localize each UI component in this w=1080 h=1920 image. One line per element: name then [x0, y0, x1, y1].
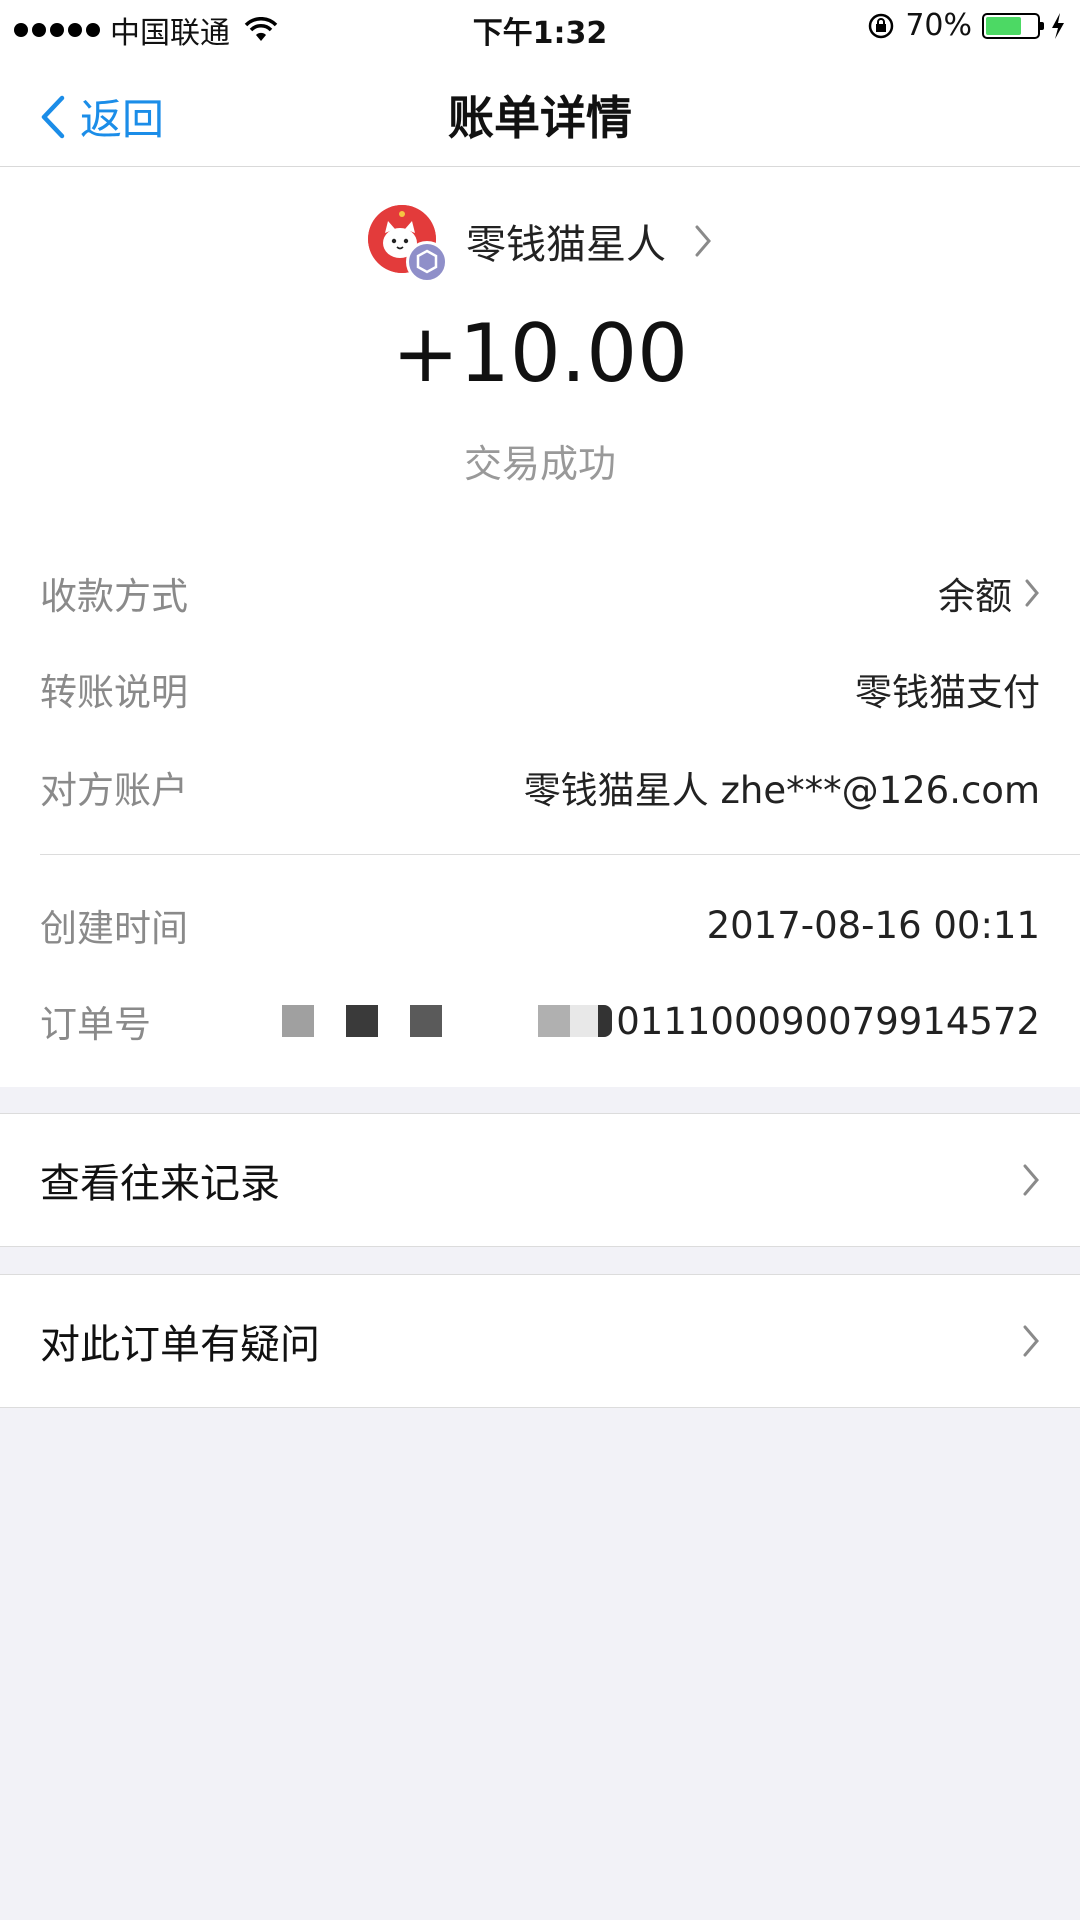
order-number-row: 订单号 011100090079914572 [40, 991, 1040, 1051]
rotation-lock-icon [869, 13, 894, 38]
transaction-status: 交易成功 [463, 442, 616, 486]
transfer-note-label: 转账说明 [40, 671, 188, 714]
order-question-button[interactable]: 对此订单有疑问 [0, 1274, 1080, 1408]
order-number-label: 订单号 [40, 1003, 151, 1046]
payment-method-label: 收款方式 [40, 575, 188, 618]
counterparty-row: 对方账户 零钱猫星人 zhe***@126.com [40, 757, 1040, 817]
transaction-amount: +10.00 [391, 307, 689, 400]
battery-icon [982, 12, 1044, 39]
merchant-name: 零钱猫星人 [466, 222, 666, 268]
battery-level-fill [986, 16, 1021, 35]
verified-badge-icon [406, 241, 448, 283]
battery-percentage: 70% [905, 8, 972, 43]
view-history-label: 查看往来记录 [40, 1161, 280, 1207]
view-history-button[interactable]: 查看往来记录 [0, 1113, 1080, 1247]
navigation-bar: 返回 账单详情 [0, 54, 1080, 167]
payment-method-value: 余额 [938, 575, 1012, 618]
created-time-row: 创建时间 2017-08-16 00:11 [40, 895, 1040, 955]
redacted-block [282, 1005, 613, 1037]
merchant-avatar [368, 205, 448, 283]
counterparty-value: 零钱猫星人 zhe***@126.com [523, 769, 1040, 812]
transfer-note-value: 零钱猫支付 [855, 671, 1040, 714]
page-title: 账单详情 [448, 91, 632, 145]
transfer-note-row: 转账说明 零钱猫支付 [40, 659, 1040, 719]
order-question-label: 对此订单有疑问 [40, 1322, 320, 1368]
created-time-value: 2017-08-16 00:11 [706, 903, 1040, 947]
transaction-detail-card: 零钱猫星人 +10.00 交易成功 收款方式 余额 转账说明 零钱猫支付 对方账… [0, 167, 1080, 1087]
chevron-right-icon [695, 225, 711, 257]
charging-icon [1052, 12, 1064, 39]
order-number-value: 011100090079914572 [616, 999, 1040, 1043]
created-time-label: 创建时间 [40, 907, 188, 950]
chevron-right-icon [1025, 579, 1039, 607]
chevron-right-icon [1023, 1164, 1039, 1196]
payment-method-row[interactable]: 收款方式 余额 [40, 563, 1040, 623]
status-bar: 中国联通 下午1:32 70% [0, 0, 1080, 54]
divider [40, 854, 1080, 855]
merchant-header[interactable]: 零钱猫星人 [0, 205, 1080, 283]
status-right: 70% [867, 8, 1066, 43]
chevron-right-icon [1023, 1325, 1039, 1357]
counterparty-label: 对方账户 [40, 769, 188, 812]
